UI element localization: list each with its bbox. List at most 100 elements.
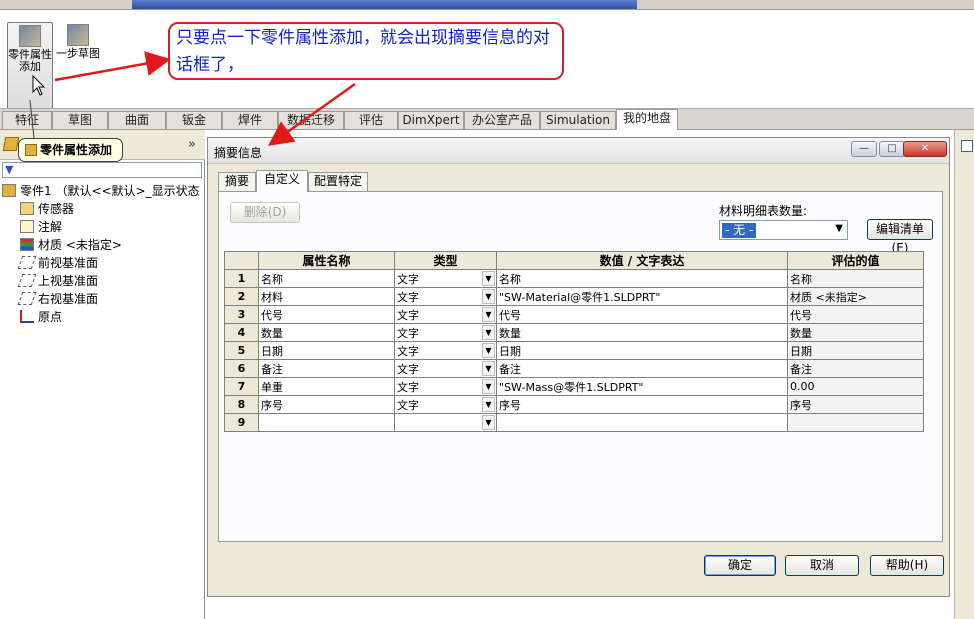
table-row: 5 日期 文字 ▼ 日期 日期 [224,341,924,360]
chevron-down-icon[interactable]: ▼ [482,289,495,304]
value-expression-cell[interactable]: "SW-Material@零件1.SLDPRT" [496,287,788,306]
cancel-button[interactable]: 取消 [785,555,859,576]
tree-item-label: 注解 [38,220,63,234]
property-name-cell[interactable] [258,413,395,432]
tree-item-right-plane[interactable]: 右视基准面 [0,290,205,308]
one-step-sketch-button[interactable]: 一步草图 [55,22,101,110]
value-expression-cell[interactable]: "SW-Mass@零件1.SLDPRT" [496,377,788,396]
chevron-down-icon[interactable]: ▼ [482,397,495,412]
type-cell[interactable]: 文字 ▼ [394,377,497,396]
tab-dimxpert[interactable]: DimXpert [398,111,464,129]
tab-sheet-metal[interactable]: 钣金 [166,111,222,129]
tab-weldments[interactable]: 焊件 [222,111,278,129]
material-icon [20,238,34,251]
tree-item-label: 前视基准面 [38,256,99,270]
row-number: 5 [224,341,259,360]
task-pane-edge [954,130,974,619]
feature-manager-panel: » ▼ 零件1 （默认<<默认>_显示状态 1>） 传感器 注解 材质 <未指定… [0,130,205,619]
tab-data-migration[interactable]: 数据迁移 [278,111,344,129]
chevron-down-icon[interactable]: ▼ [482,343,495,358]
tab-office-products[interactable]: 办公室产品 [464,111,540,129]
property-name-cell[interactable]: 备注 [258,359,395,378]
expand-more-icon[interactable]: » [188,137,196,152]
tab-simulation[interactable]: Simulation [540,111,616,129]
chevron-down-icon[interactable]: ▼ [482,307,495,322]
sketch-icon [67,24,89,46]
chevron-down-icon[interactable]: ▼ [482,361,495,376]
tree-item-top-plane[interactable]: 上视基准面 [0,272,205,290]
close-button[interactable]: ✕ [903,141,947,157]
dialog-title: 摘要信息 [214,146,263,160]
table-row: 2 材料 文字 ▼ "SW-Material@零件1.SLDPRT" 材质 <未指… [224,287,924,306]
tree-item-annotations[interactable]: 注解 [0,218,205,236]
part-property-add-button[interactable]: 零件属性添加 [7,22,53,110]
type-cell[interactable]: 文字 ▼ [394,323,497,342]
maximize-button[interactable]: □ [879,141,905,157]
row-number: 4 [224,323,259,342]
type-cell[interactable]: 文字 ▼ [394,269,497,288]
tab-my-site[interactable]: 我的地盘 [616,109,678,130]
tooltip: 零件属性添加 [18,138,123,162]
minimize-button[interactable]: — [851,141,877,157]
edit-list-button[interactable]: 编辑清单(E) [867,219,933,255]
row-number: 6 [224,359,259,378]
type-cell[interactable]: ▼ [394,413,497,432]
annotation-icon [20,220,34,233]
tab-sketch[interactable]: 草图 [52,111,108,129]
chevron-down-icon[interactable]: ▼ [482,325,495,340]
column-header: 数值 / 文字表达 [496,251,788,270]
value-expression-cell[interactable] [496,413,788,432]
type-cell[interactable]: 文字 ▼ [394,359,497,378]
bom-quantity-select[interactable]: - 无 - ▼ [719,220,848,240]
tree-item-material[interactable]: 材质 <未指定> [0,236,205,254]
type-cell[interactable]: 文字 ▼ [394,305,497,324]
tab-custom[interactable]: 自定义 [256,170,308,192]
origin-icon [20,310,34,323]
tree-item-origin[interactable]: 原点 [0,308,205,326]
tab-surfaces[interactable]: 曲面 [108,111,166,129]
chevron-down-icon[interactable]: ▼ [482,379,495,394]
evaluated-value-cell: 数量 [787,323,924,342]
help-button[interactable]: 帮助(H) [870,555,944,576]
tree-item-front-plane[interactable]: 前视基准面 [0,254,205,272]
task-pane-icon[interactable] [961,140,973,152]
row-number: 2 [224,287,259,306]
property-name-cell[interactable]: 材料 [258,287,395,306]
tab-summary[interactable]: 摘要 [218,172,256,191]
tab-config-specific[interactable]: 配置特定 [308,172,368,191]
tree-item-label: 传感器 [38,202,75,216]
value-expression-cell[interactable]: 名称 [496,269,788,288]
property-name-cell[interactable]: 序号 [258,395,395,414]
value-expression-cell[interactable]: 日期 [496,341,788,360]
title-bar-fragment [132,0,637,9]
row-number: 1 [224,269,259,288]
value-expression-cell[interactable]: 备注 [496,359,788,378]
type-cell[interactable]: 文字 ▼ [394,287,497,306]
chevron-down-icon[interactable]: ▼ [482,415,495,430]
property-name-cell[interactable]: 单重 [258,377,395,396]
tree-item-sensors[interactable]: 传感器 [0,200,205,218]
tab-evaluate[interactable]: 评估 [344,111,398,129]
property-name-cell[interactable]: 数量 [258,323,395,342]
ok-button[interactable]: 确定 [704,555,776,576]
dialog-title-bar: 摘要信息 — □ ✕ [208,138,949,164]
tab-features[interactable]: 特征 [2,111,52,129]
chevron-down-icon[interactable]: ▼ [482,271,495,286]
type-cell[interactable]: 文字 ▼ [394,395,497,414]
tree-filter-input[interactable]: ▼ [2,162,202,178]
value-expression-cell[interactable]: 数量 [496,323,788,342]
type-cell[interactable]: 文字 ▼ [394,341,497,360]
delete-button[interactable]: 删除(D) [230,202,300,223]
tree-item-label: 右视基准面 [38,292,99,306]
tree-item-label: 原点 [38,310,63,324]
table-corner [224,251,259,270]
value-expression-cell[interactable]: 代号 [496,305,788,324]
tree-root[interactable]: 零件1 （默认<<默认>_显示状态 1>） [0,182,205,200]
filter-icon: ▼ [5,163,14,176]
part-icon [2,137,20,151]
value-expression-cell[interactable]: 序号 [496,395,788,414]
property-name-cell[interactable]: 名称 [258,269,395,288]
property-name-cell[interactable]: 日期 [258,341,395,360]
property-name-cell[interactable]: 代号 [258,305,395,324]
evaluated-value-cell: 序号 [787,395,924,414]
